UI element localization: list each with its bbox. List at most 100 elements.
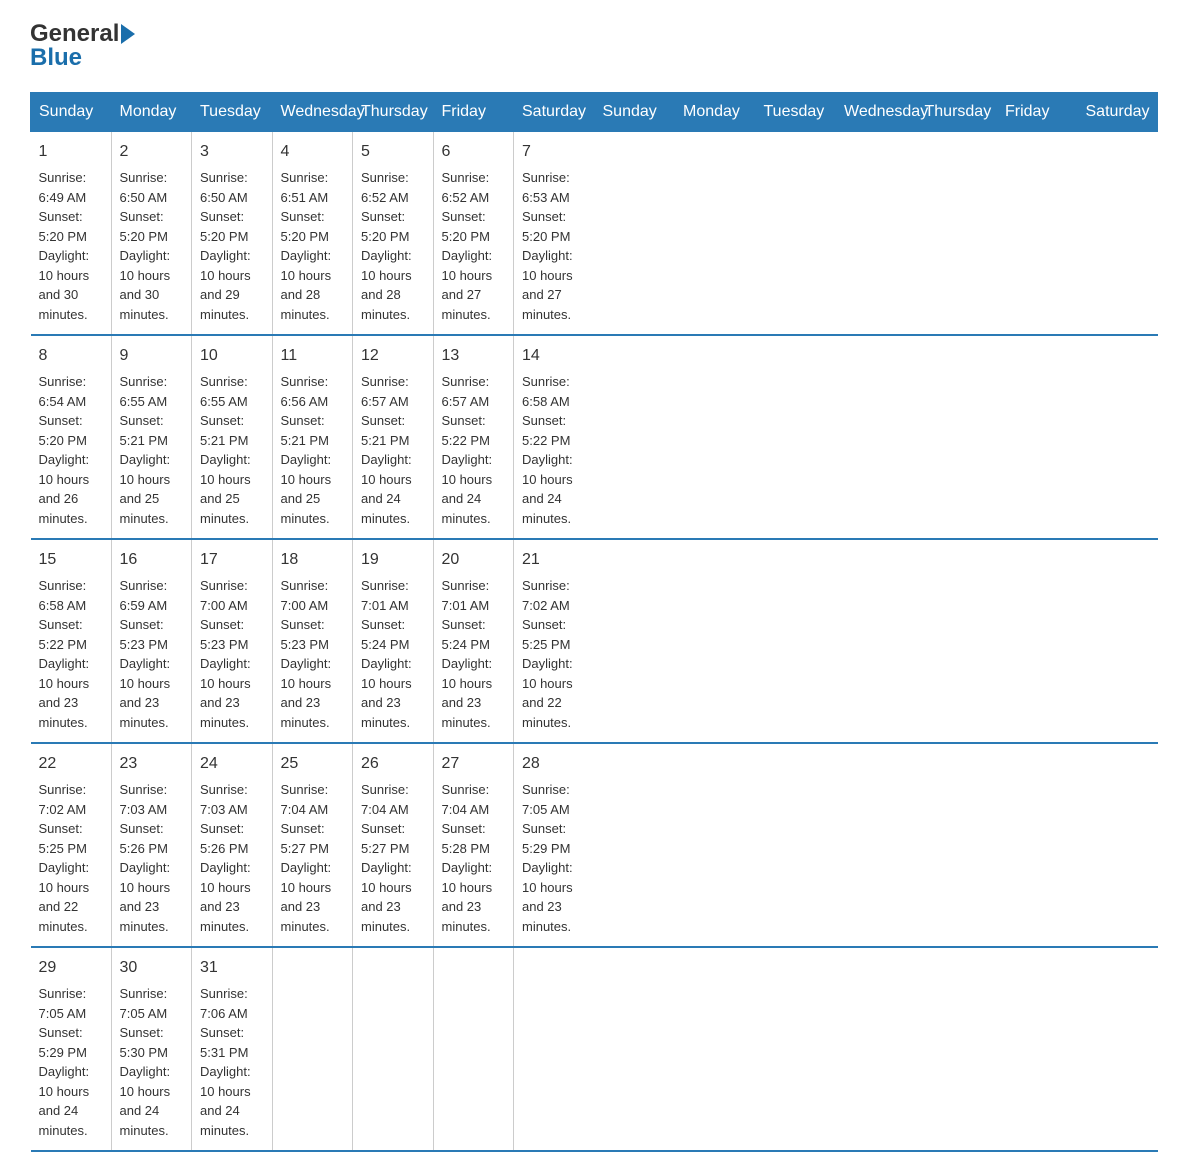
calendar-cell: 10 Sunrise: 6:55 AMSunset: 5:21 PMDayligh… bbox=[192, 335, 273, 539]
header-monday: Monday bbox=[675, 93, 756, 132]
calendar-cell: 22 Sunrise: 7:02 AMSunset: 5:25 PMDayligh… bbox=[31, 743, 112, 947]
calendar-cell: 28 Sunrise: 7:05 AMSunset: 5:29 PMDayligh… bbox=[514, 743, 595, 947]
day-number: 6 bbox=[442, 140, 506, 164]
day-info: Sunrise: 6:51 AMSunset: 5:20 PMDaylight:… bbox=[281, 170, 332, 322]
calendar-cell bbox=[433, 947, 514, 1151]
day-number: 1 bbox=[39, 140, 103, 164]
day-number: 27 bbox=[442, 752, 506, 776]
calendar-cell: 17 Sunrise: 7:00 AMSunset: 5:23 PMDayligh… bbox=[192, 539, 273, 743]
day-number: 7 bbox=[522, 140, 586, 164]
header-friday: Friday bbox=[433, 93, 514, 132]
day-info: Sunrise: 7:04 AMSunset: 5:28 PMDaylight:… bbox=[442, 782, 493, 934]
calendar-table: SundayMondayTuesdayWednesdayThursdayFrid… bbox=[30, 92, 1158, 1152]
day-number: 26 bbox=[361, 752, 425, 776]
day-number: 12 bbox=[361, 344, 425, 368]
calendar-cell: 9Sunrise: 6:55 AMSunset: 5:21 PMDaylight… bbox=[111, 335, 192, 539]
header-tuesday: Tuesday bbox=[192, 93, 273, 132]
day-info: Sunrise: 6:57 AMSunset: 5:22 PMDaylight:… bbox=[442, 374, 493, 526]
day-info: Sunrise: 7:00 AMSunset: 5:23 PMDaylight:… bbox=[281, 578, 332, 730]
calendar-cell: 27 Sunrise: 7:04 AMSunset: 5:28 PMDayligh… bbox=[433, 743, 514, 947]
day-number: 13 bbox=[442, 344, 506, 368]
calendar-cell: 12 Sunrise: 6:57 AMSunset: 5:21 PMDayligh… bbox=[353, 335, 434, 539]
day-number: 31 bbox=[200, 956, 264, 980]
calendar-cell: 11 Sunrise: 6:56 AMSunset: 5:21 PMDayligh… bbox=[272, 335, 353, 539]
day-number: 5 bbox=[361, 140, 425, 164]
day-number: 29 bbox=[39, 956, 103, 980]
day-info: Sunrise: 7:01 AMSunset: 5:24 PMDaylight:… bbox=[361, 578, 412, 730]
day-info: Sunrise: 7:04 AMSunset: 5:27 PMDaylight:… bbox=[281, 782, 332, 934]
day-info: Sunrise: 7:05 AMSunset: 5:30 PMDaylight:… bbox=[120, 986, 171, 1138]
day-info: Sunrise: 6:54 AMSunset: 5:20 PMDaylight:… bbox=[39, 374, 90, 526]
day-info: Sunrise: 7:05 AMSunset: 5:29 PMDaylight:… bbox=[522, 782, 573, 934]
calendar-cell: 2 Sunrise: 6:50 AMSunset: 5:20 PMDaylight… bbox=[111, 132, 192, 336]
calendar-cell: 7 Sunrise: 6:53 AMSunset: 5:20 PMDaylight… bbox=[514, 132, 595, 336]
calendar-cell: 16Sunrise: 6:59 AMSunset: 5:23 PMDayligh… bbox=[111, 539, 192, 743]
calendar-header-row: SundayMondayTuesdayWednesdayThursdayFrid… bbox=[31, 93, 1158, 132]
day-number: 10 bbox=[200, 344, 264, 368]
calendar-cell: 4 Sunrise: 6:51 AMSunset: 5:20 PMDaylight… bbox=[272, 132, 353, 336]
day-number: 11 bbox=[281, 344, 345, 368]
calendar-cell: 15 Sunrise: 6:58 AMSunset: 5:22 PMDayligh… bbox=[31, 539, 112, 743]
day-number: 2 bbox=[120, 140, 184, 164]
logo: General Blue bbox=[30, 20, 137, 72]
calendar-week-row: 1 Sunrise: 6:49 AMSunset: 5:20 PMDaylight… bbox=[31, 132, 1158, 336]
day-info: Sunrise: 7:06 AMSunset: 5:31 PMDaylight:… bbox=[200, 986, 251, 1138]
day-info: Sunrise: 6:57 AMSunset: 5:21 PMDaylight:… bbox=[361, 374, 412, 526]
day-number: 20 bbox=[442, 548, 506, 572]
header-wednesday: Wednesday bbox=[272, 93, 353, 132]
day-info: Sunrise: 6:52 AMSunset: 5:20 PMDaylight:… bbox=[361, 170, 412, 322]
day-number: 17 bbox=[200, 548, 264, 572]
day-info: Sunrise: 6:59 AMSunset: 5:23 PMDaylight:… bbox=[120, 578, 171, 730]
calendar-cell: 5 Sunrise: 6:52 AMSunset: 5:20 PMDaylight… bbox=[353, 132, 434, 336]
header-wednesday: Wednesday bbox=[836, 93, 917, 132]
day-info: Sunrise: 6:52 AMSunset: 5:20 PMDaylight:… bbox=[442, 170, 493, 322]
header-sunday: Sunday bbox=[31, 93, 112, 132]
day-info: Sunrise: 7:02 AMSunset: 5:25 PMDaylight:… bbox=[39, 782, 90, 934]
day-number: 4 bbox=[281, 140, 345, 164]
calendar-cell: 29 Sunrise: 7:05 AMSunset: 5:29 PMDayligh… bbox=[31, 947, 112, 1151]
calendar-cell: 3 Sunrise: 6:50 AMSunset: 5:20 PMDaylight… bbox=[192, 132, 273, 336]
calendar-cell: 21 Sunrise: 7:02 AMSunset: 5:25 PMDayligh… bbox=[514, 539, 595, 743]
header-monday: Monday bbox=[111, 93, 192, 132]
day-info: Sunrise: 6:50 AMSunset: 5:20 PMDaylight:… bbox=[120, 170, 171, 322]
day-info: Sunrise: 7:02 AMSunset: 5:25 PMDaylight:… bbox=[522, 578, 573, 730]
day-info: Sunrise: 7:01 AMSunset: 5:24 PMDaylight:… bbox=[442, 578, 493, 730]
day-info: Sunrise: 6:53 AMSunset: 5:20 PMDaylight:… bbox=[522, 170, 573, 322]
header-tuesday: Tuesday bbox=[755, 93, 836, 132]
day-number: 3 bbox=[200, 140, 264, 164]
calendar-cell: 26 Sunrise: 7:04 AMSunset: 5:27 PMDayligh… bbox=[353, 743, 434, 947]
calendar-cell: 18Sunrise: 7:00 AMSunset: 5:23 PMDayligh… bbox=[272, 539, 353, 743]
day-number: 28 bbox=[522, 752, 586, 776]
day-info: Sunrise: 7:05 AMSunset: 5:29 PMDaylight:… bbox=[39, 986, 90, 1138]
calendar-week-row: 8Sunrise: 6:54 AMSunset: 5:20 PMDaylight… bbox=[31, 335, 1158, 539]
calendar-cell: 20 Sunrise: 7:01 AMSunset: 5:24 PMDayligh… bbox=[433, 539, 514, 743]
day-info: Sunrise: 6:58 AMSunset: 5:22 PMDaylight:… bbox=[39, 578, 90, 730]
calendar-cell: 25Sunrise: 7:04 AMSunset: 5:27 PMDayligh… bbox=[272, 743, 353, 947]
calendar-cell: 6 Sunrise: 6:52 AMSunset: 5:20 PMDaylight… bbox=[433, 132, 514, 336]
day-number: 14 bbox=[522, 344, 586, 368]
day-info: Sunrise: 7:00 AMSunset: 5:23 PMDaylight:… bbox=[200, 578, 251, 730]
calendar-cell: 30Sunrise: 7:05 AMSunset: 5:30 PMDayligh… bbox=[111, 947, 192, 1151]
day-number: 24 bbox=[200, 752, 264, 776]
day-number: 22 bbox=[39, 752, 103, 776]
calendar-cell bbox=[353, 947, 434, 1151]
day-info: Sunrise: 6:50 AMSunset: 5:20 PMDaylight:… bbox=[200, 170, 251, 322]
day-info: Sunrise: 6:58 AMSunset: 5:22 PMDaylight:… bbox=[522, 374, 573, 526]
header-thursday: Thursday bbox=[916, 93, 997, 132]
day-info: Sunrise: 6:56 AMSunset: 5:21 PMDaylight:… bbox=[281, 374, 332, 526]
calendar-cell bbox=[272, 947, 353, 1151]
calendar-cell: 19Sunrise: 7:01 AMSunset: 5:24 PMDayligh… bbox=[353, 539, 434, 743]
header-sunday: Sunday bbox=[594, 93, 675, 132]
day-info: Sunrise: 6:55 AMSunset: 5:21 PMDaylight:… bbox=[120, 374, 171, 526]
day-info: Sunrise: 7:04 AMSunset: 5:27 PMDaylight:… bbox=[361, 782, 412, 934]
calendar-cell: 14 Sunrise: 6:58 AMSunset: 5:22 PMDayligh… bbox=[514, 335, 595, 539]
calendar-cell: 31 Sunrise: 7:06 AMSunset: 5:31 PMDayligh… bbox=[192, 947, 273, 1151]
day-info: Sunrise: 6:49 AMSunset: 5:20 PMDaylight:… bbox=[39, 170, 90, 322]
day-number: 21 bbox=[522, 548, 586, 572]
day-info: Sunrise: 6:55 AMSunset: 5:21 PMDaylight:… bbox=[200, 374, 251, 526]
day-number: 23 bbox=[120, 752, 184, 776]
day-info: Sunrise: 7:03 AMSunset: 5:26 PMDaylight:… bbox=[200, 782, 251, 934]
page-header: General Blue bbox=[30, 20, 1158, 72]
day-number: 15 bbox=[39, 548, 103, 572]
calendar-cell: 24 Sunrise: 7:03 AMSunset: 5:26 PMDayligh… bbox=[192, 743, 273, 947]
